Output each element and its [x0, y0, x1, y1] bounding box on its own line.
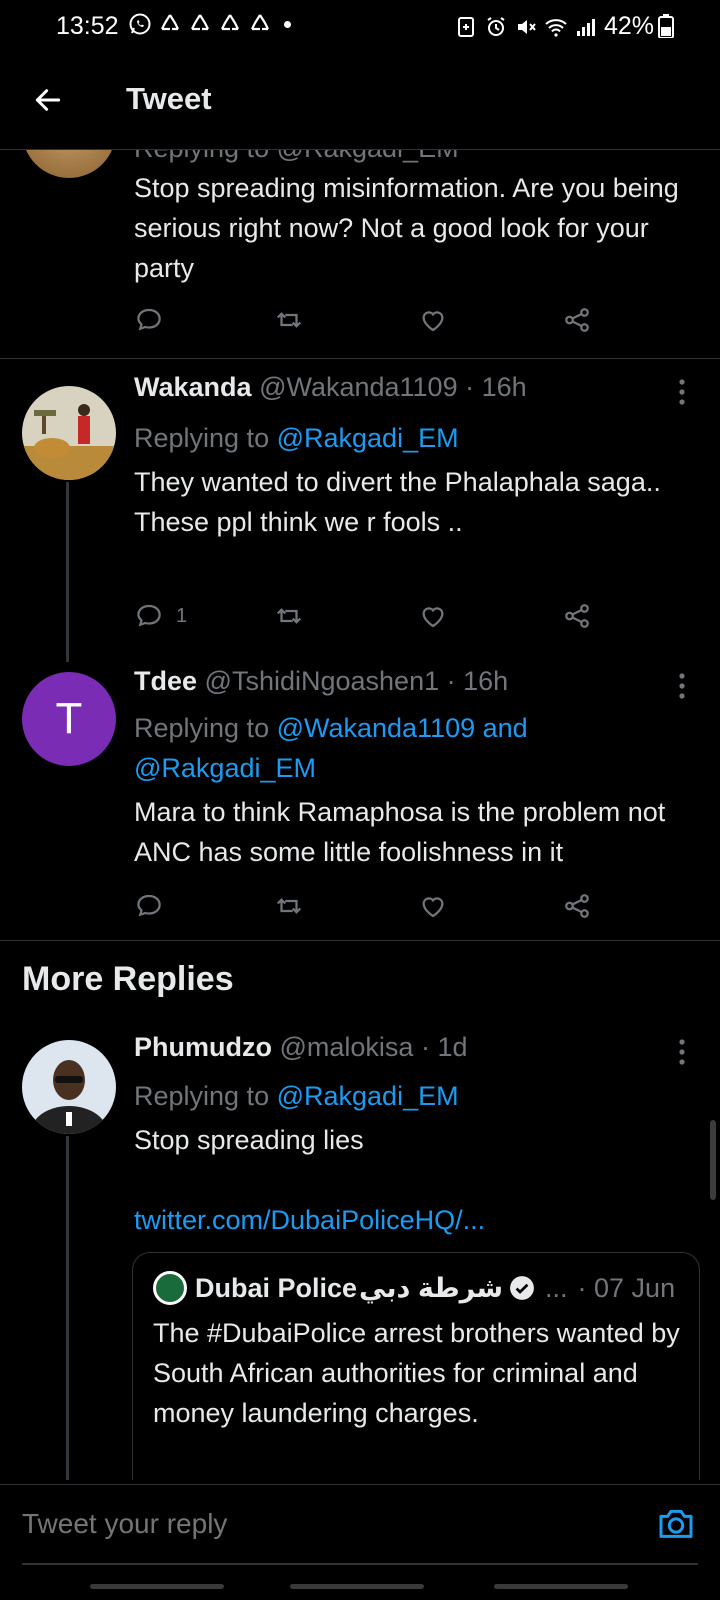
replying-to-prefix: Replying to: [134, 713, 277, 743]
replying-to-prefix: Replying to: [134, 423, 277, 453]
retweet-icon: [276, 608, 302, 624]
tweet-actions: [134, 302, 614, 338]
divider: [0, 358, 720, 359]
display-name[interactable]: Phumudzo: [134, 1032, 272, 1062]
back-button[interactable]: [28, 80, 68, 120]
camera-button[interactable]: [656, 1503, 696, 1543]
camera-icon: [659, 1509, 693, 1538]
section-title: More Replies: [22, 960, 234, 998]
tweet-text: They wanted to divert the Phalaphala sag…: [134, 462, 704, 542]
reply-underline: [22, 1563, 698, 1565]
tweet-thread[interactable]: Replying to @Rakgadi_EM Stop spreading m…: [0, 0, 720, 1480]
reply-icon: [137, 308, 161, 331]
avatar[interactable]: [22, 1040, 116, 1134]
share-icon: [565, 308, 589, 332]
replying-to-prefix: Replying to: [134, 1081, 277, 1111]
reply-button[interactable]: 1: [134, 598, 187, 634]
handle-timestamp: @Wakanda1109 · 16h: [259, 372, 527, 402]
nav-gesture-bar[interactable]: [90, 1584, 224, 1589]
display-name[interactable]: Wakanda: [134, 372, 252, 402]
quoted-display-name-arabic: شرطة دبي: [359, 1272, 504, 1303]
more-options-icon[interactable]: [676, 672, 688, 700]
tweet-header: Phumudzo @malokisa · 1d: [134, 1032, 467, 1063]
heart-icon: [422, 897, 444, 918]
arrow-left-icon: [35, 89, 61, 111]
share-button[interactable]: [562, 302, 592, 338]
scrollbar[interactable]: [710, 1120, 716, 1200]
reply-count: 1: [176, 604, 188, 627]
like-button[interactable]: [418, 302, 448, 338]
tweet-link[interactable]: twitter.com/DubaiPoliceHQ/...: [134, 1200, 704, 1240]
replying-to-line: Replying to @Rakgadi_EM: [134, 418, 459, 458]
heart-icon: [422, 607, 444, 628]
avatar[interactable]: T: [22, 672, 116, 766]
share-icon: [565, 894, 589, 918]
top-app-bar: Tweet: [0, 52, 720, 150]
avatar-image: [22, 1040, 116, 1134]
reply-icon: [137, 604, 161, 627]
display-name[interactable]: Tdee: [134, 666, 197, 696]
replying-to-line: Replying to @Rakgadi_EM: [134, 1076, 459, 1116]
verified-badge-icon: [510, 1276, 534, 1300]
thread-line: [66, 1136, 69, 1480]
tweet-header: Wakanda @Wakanda1109 · 16h: [134, 372, 527, 403]
avatar-image: [22, 386, 116, 480]
tweet-actions: [134, 888, 614, 924]
thread-line: [66, 482, 69, 662]
like-button[interactable]: [418, 598, 448, 634]
tweet-text-line: They wanted to divert the Phalaphala sag…: [134, 467, 661, 497]
heart-icon: [422, 311, 444, 332]
tweet-text: Stop spreading lies: [134, 1125, 364, 1155]
quoted-tweet-header: Dubai Police شرطة دبي ... · 07 Jun: [153, 1271, 693, 1305]
quoted-ellipsis: ...: [545, 1272, 568, 1303]
tweet-actions: 1: [134, 598, 614, 634]
page-title: Tweet: [126, 81, 212, 116]
dubai-police-logo-icon: [153, 1271, 187, 1305]
replying-to-line: Replying to @Wakanda1109 and @Rakgadi_EM: [134, 708, 528, 788]
handle-timestamp: @TshidiNgoashen1 · 16h: [204, 666, 509, 696]
retweet-button[interactable]: [274, 888, 304, 924]
quoted-date: · 07 Jun: [577, 1272, 676, 1303]
handle-timestamp: @malokisa · 1d: [279, 1032, 468, 1062]
mention-link[interactable]: @Wakanda1109 and: [277, 713, 528, 743]
mention-link[interactable]: @Rakgadi_EM: [277, 1081, 459, 1111]
quoted-text: The #DubaiPolice arrest brothers wanted …: [153, 1318, 680, 1428]
retweet-button[interactable]: [274, 302, 304, 338]
share-button[interactable]: [562, 888, 592, 924]
reply-bar: [0, 1484, 720, 1600]
more-options-icon[interactable]: [676, 1038, 688, 1066]
like-button[interactable]: [418, 888, 448, 924]
reply-button[interactable]: [134, 302, 164, 338]
tweet-text: Mara to think Ramaphosa is the problem n…: [134, 797, 666, 867]
retweet-icon: [276, 898, 302, 914]
quoted-tweet[interactable]: Dubai Police شرطة دبي ... · 07 Jun The #…: [132, 1252, 700, 1480]
avatar[interactable]: [22, 386, 116, 480]
reply-icon: [137, 894, 161, 917]
mention-link[interactable]: @Rakgadi_EM: [134, 753, 316, 783]
quoted-display-name: Dubai Police: [195, 1272, 358, 1303]
more-options-icon[interactable]: [676, 378, 688, 406]
reply-input[interactable]: [22, 1499, 622, 1549]
divider: [0, 940, 720, 941]
retweet-icon: [276, 312, 302, 328]
tweet-text: Stop spreading misinformation. Are you b…: [134, 173, 679, 283]
mention-link[interactable]: @Rakgadi_EM: [277, 423, 459, 453]
share-button[interactable]: [562, 598, 592, 634]
reply-button[interactable]: [134, 888, 164, 924]
nav-gesture-bar[interactable]: [290, 1584, 424, 1589]
tweet-text-line: These ppl think we r fools ..: [134, 507, 463, 537]
retweet-button[interactable]: [274, 598, 304, 634]
nav-gesture-bar[interactable]: [494, 1584, 628, 1589]
tweet-header: Tdee @TshidiNgoashen1 · 16h: [134, 666, 508, 697]
share-icon: [565, 604, 589, 628]
